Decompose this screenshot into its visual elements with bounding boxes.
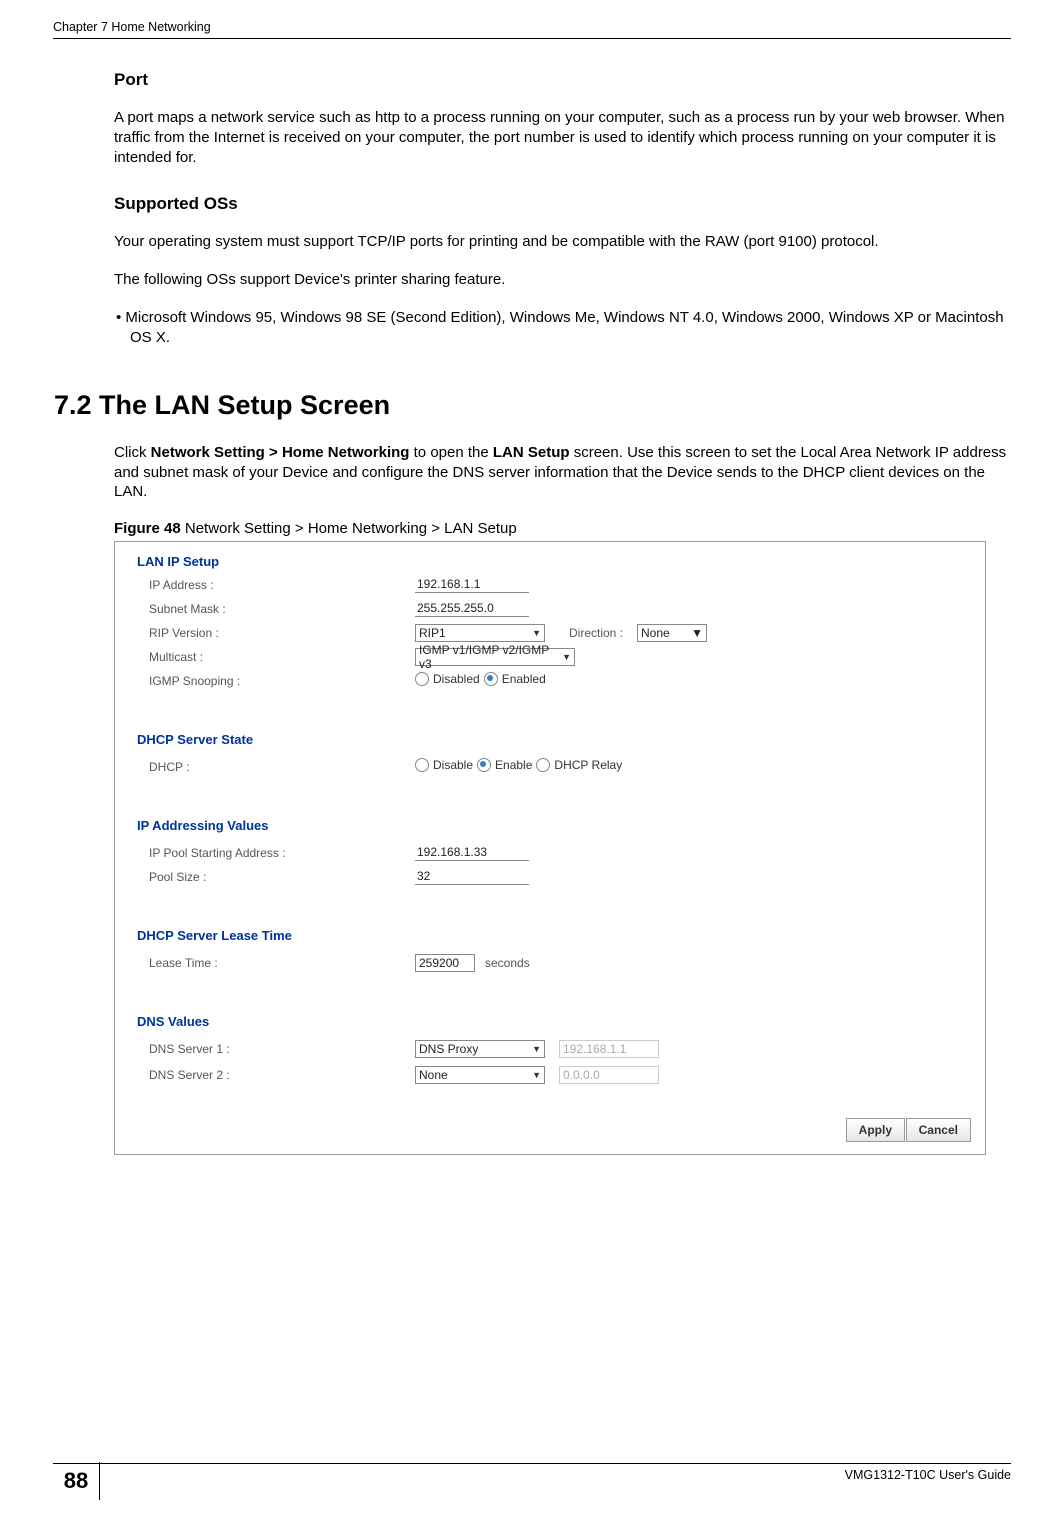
select-dns-server-1-value: DNS Proxy — [419, 1042, 478, 1056]
select-rip-version[interactable]: RIP1 ▼ — [415, 624, 545, 642]
input-pool-size[interactable]: 32 — [415, 868, 529, 885]
bullet-os: • Microsoft Windows 95, Windows 98 SE (S… — [114, 308, 1011, 348]
section-lan-ip-setup: LAN IP Setup — [137, 554, 219, 569]
input-lease-time[interactable]: 259200 — [415, 954, 475, 972]
select-multicast-value: IGMP v1/IGMP v2/IGMP v3 — [419, 643, 562, 671]
page-number: 88 — [53, 1462, 100, 1500]
label-pool-size: Pool Size : — [149, 870, 206, 884]
select-multicast[interactable]: IGMP v1/IGMP v2/IGMP v3 ▼ — [415, 648, 575, 666]
input-subnet-mask[interactable]: 255.255.255.0 — [415, 600, 529, 617]
label-igmp-snooping: IGMP Snooping : — [149, 674, 240, 688]
radio-dhcp-disable-label: Disable — [433, 758, 473, 772]
heading-port: Port — [114, 70, 1011, 90]
chevron-down-icon: ▼ — [532, 1070, 541, 1080]
radio-igmp-disabled-label: Disabled — [433, 672, 480, 686]
label-ip-pool-start: IP Pool Starting Address : — [149, 846, 286, 860]
radio-igmp-disabled[interactable] — [415, 672, 429, 686]
chapter-title: Chapter 7 Home Networking — [53, 20, 211, 34]
chevron-down-icon: ▼ — [532, 628, 541, 638]
select-direction-value: None — [641, 626, 670, 640]
heading-supported-os: Supported OSs — [114, 194, 1011, 214]
section-ip-addressing-values: IP Addressing Values — [137, 818, 269, 833]
cancel-button[interactable]: Cancel — [906, 1118, 971, 1142]
footer-guide: VMG1312-T10C User's Guide — [845, 1468, 1011, 1482]
select-dns-server-1[interactable]: DNS Proxy ▼ — [415, 1040, 545, 1058]
radio-igmp-enabled-label: Enabled — [502, 672, 546, 686]
select-rip-version-value: RIP1 — [419, 626, 446, 640]
label-lease-time: Lease Time : — [149, 956, 218, 970]
apply-button[interactable]: Apply — [846, 1118, 905, 1142]
radio-group-igmp: Disabled Enabled — [415, 672, 546, 686]
label-dns-server-1: DNS Server 1 : — [149, 1042, 230, 1056]
input-ip-address[interactable]: 192.168.1.1 — [415, 576, 529, 593]
radio-dhcp-enable[interactable] — [477, 758, 491, 772]
lan-setup-screenshot: LAN IP Setup IP Address : 192.168.1.1 Su… — [114, 541, 986, 1155]
figure-caption-text: Network Setting > Home Networking > LAN … — [181, 520, 517, 537]
heading-lan-setup: 7.2 The LAN Setup Screen — [54, 390, 1011, 421]
para-lan-mid1: to open the — [409, 444, 492, 461]
input-dns-server-1-ip: 192.168.1.1 — [559, 1040, 659, 1058]
section-dhcp-server-state: DHCP Server State — [137, 732, 253, 747]
radio-group-dhcp: Disable Enable DHCP Relay — [415, 758, 622, 772]
chevron-down-icon: ▼ — [532, 1044, 541, 1054]
para-lan-pre: Click — [114, 444, 151, 461]
section-dhcp-lease-time: DHCP Server Lease Time — [137, 928, 292, 943]
para-lan-bold1: Network Setting > Home Networking — [151, 444, 410, 461]
para-os-2: The following OSs support Device's print… — [114, 270, 1011, 290]
radio-dhcp-relay-label: DHCP Relay — [554, 758, 622, 772]
label-multicast: Multicast : — [149, 650, 203, 664]
input-dns-server-2-ip: 0.0.0.0 — [559, 1066, 659, 1084]
radio-dhcp-relay[interactable] — [536, 758, 550, 772]
select-direction[interactable]: None ▼ — [637, 624, 707, 642]
section-dns-values: DNS Values — [137, 1014, 209, 1029]
para-port: A port maps a network service such as ht… — [114, 108, 1011, 168]
para-lan-bold2: LAN Setup — [493, 444, 570, 461]
footer-rule — [53, 1463, 1011, 1464]
radio-dhcp-disable[interactable] — [415, 758, 429, 772]
label-ip-address: IP Address : — [149, 578, 213, 592]
chevron-down-icon: ▼ — [691, 626, 703, 640]
select-dns-server-2[interactable]: None ▼ — [415, 1066, 545, 1084]
figure-label: Figure 48 — [114, 520, 181, 537]
label-rip-version: RIP Version : — [149, 626, 219, 640]
select-dns-server-2-value: None — [419, 1068, 448, 1082]
label-lease-unit: seconds — [485, 956, 530, 970]
label-subnet-mask: Subnet Mask : — [149, 602, 226, 616]
input-ip-pool-start[interactable]: 192.168.1.33 — [415, 844, 529, 861]
chevron-down-icon: ▼ — [562, 652, 571, 662]
para-lan: Click Network Setting > Home Networking … — [114, 443, 1011, 503]
radio-dhcp-enable-label: Enable — [495, 758, 532, 772]
label-dhcp: DHCP : — [149, 760, 189, 774]
label-dns-server-2: DNS Server 2 : — [149, 1068, 230, 1082]
para-os-1: Your operating system must support TCP/I… — [114, 232, 1011, 252]
header-rule — [53, 38, 1011, 39]
radio-igmp-enabled[interactable] — [484, 672, 498, 686]
figure-caption: Figure 48 Network Setting > Home Network… — [114, 520, 1011, 537]
label-direction: Direction : — [569, 626, 623, 640]
